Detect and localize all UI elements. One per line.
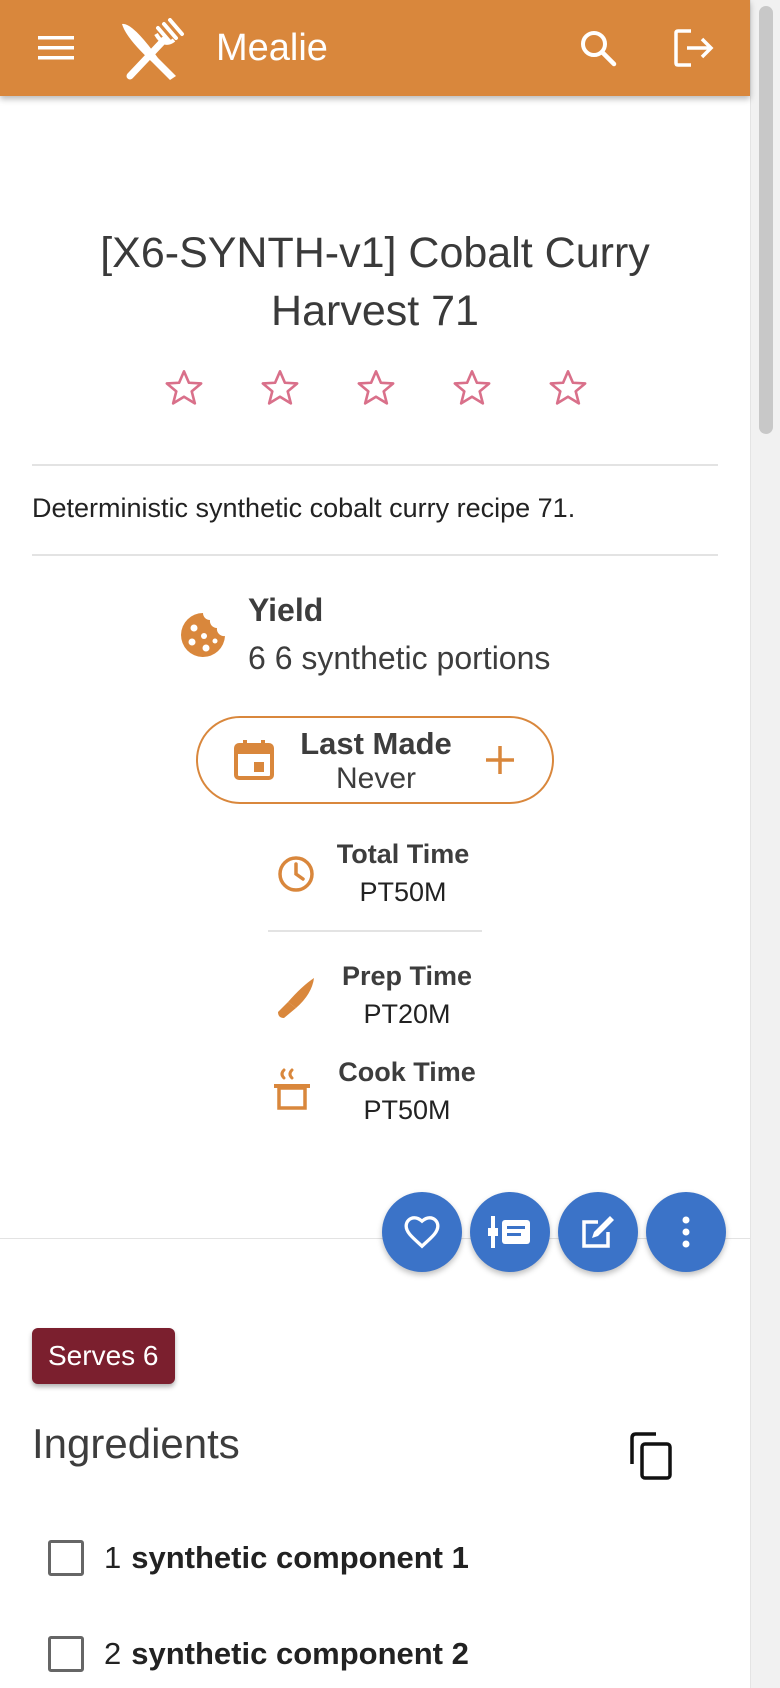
prep-time-label: Prep Time <box>341 961 473 991</box>
pot-steam-icon <box>274 1068 310 1110</box>
total-time-value: PT50M <box>359 877 447 907</box>
star-outline-icon <box>549 370 587 405</box>
fork-knife-icon <box>122 18 184 80</box>
search-icon <box>581 31 617 67</box>
yield-icon-wrap <box>178 610 228 660</box>
heart-outline-icon <box>404 1216 440 1249</box>
knife-icon <box>278 978 314 1018</box>
rating-star-5[interactable] <box>544 364 592 412</box>
recipe-description: Deterministic synthetic cobalt curry rec… <box>32 493 576 523</box>
edit-icon <box>582 1216 614 1248</box>
rating-star-4[interactable] <box>448 364 496 412</box>
serves-chip[interactable]: Serves 6 <box>32 1328 175 1384</box>
ingredient-name: synthetic component 1 <box>131 1540 469 1575</box>
logout-icon <box>674 29 714 67</box>
more-options-button[interactable] <box>646 1192 726 1272</box>
search-button[interactable] <box>572 24 624 72</box>
timeline-icon <box>488 1216 530 1248</box>
cook-time-label: Cook Time <box>338 1057 476 1087</box>
recipe-title: [X6-SYNTH-v1] Cobalt Curry Harvest 71 <box>100 229 650 335</box>
divider <box>32 464 718 466</box>
ingredient-checkbox[interactable] <box>48 1540 84 1576</box>
app-title[interactable]: Mealie <box>216 24 328 72</box>
last-made-button[interactable]: Last Made Never <box>196 716 554 804</box>
cookie-icon <box>181 613 225 657</box>
menu-icon <box>38 36 74 60</box>
page-scrollbar[interactable] <box>750 0 780 1688</box>
star-outline-icon <box>453 370 491 405</box>
star-outline-icon <box>357 370 395 405</box>
dots-vertical-icon <box>682 1216 690 1248</box>
clock-icon <box>278 856 314 892</box>
rating-stars[interactable] <box>160 364 592 412</box>
add-last-made-button[interactable] <box>478 738 522 782</box>
plus-icon <box>486 746 514 774</box>
time-divider <box>268 930 482 932</box>
prep-time-value: PT20M <box>363 999 451 1029</box>
ingredient-checkbox[interactable] <box>48 1636 84 1672</box>
edit-button[interactable] <box>558 1192 638 1272</box>
total-time: Total Time PT50M <box>318 836 488 912</box>
ingredient-row[interactable]: 1 synthetic component 1 <box>48 1534 469 1582</box>
rating-star-3[interactable] <box>352 364 400 412</box>
recipe-actions <box>380 1192 730 1272</box>
total-time-icon-wrap <box>274 852 318 896</box>
copy-ingredients-button[interactable] <box>624 1428 680 1484</box>
app-bar: Mealie <box>0 0 750 96</box>
cook-time: Cook Time PT50M <box>322 1054 492 1130</box>
scrollbar-thumb[interactable] <box>759 6 773 434</box>
ingredient-row[interactable]: 2 synthetic component 2 <box>48 1630 469 1678</box>
app-logo[interactable] <box>118 18 188 80</box>
favorite-button[interactable] <box>382 1192 462 1272</box>
yield-label: Yield <box>248 592 324 628</box>
prep-time-icon-wrap <box>274 976 318 1020</box>
menu-button[interactable] <box>28 24 84 72</box>
total-time-label: Total Time <box>336 839 470 869</box>
rating-star-2[interactable] <box>256 364 304 412</box>
copy-icon <box>630 1432 672 1480</box>
cook-time-icon-wrap <box>270 1068 314 1112</box>
ingredient-quantity: 2 <box>104 1636 122 1671</box>
timeline-button[interactable] <box>470 1192 550 1272</box>
rating-star-1[interactable] <box>160 364 208 412</box>
star-outline-icon <box>261 370 299 405</box>
ingredients-title: Ingredients <box>32 1420 240 1467</box>
ingredient-quantity: 1 <box>104 1540 122 1575</box>
cook-time-value: PT50M <box>363 1095 451 1125</box>
divider <box>32 554 718 556</box>
ingredient-name: synthetic component 2 <box>131 1636 469 1671</box>
logout-button[interactable] <box>668 24 720 72</box>
star-outline-icon <box>165 370 203 405</box>
prep-time: Prep Time PT20M <box>322 958 492 1034</box>
yield-value: 6 6 synthetic portions <box>248 640 551 676</box>
